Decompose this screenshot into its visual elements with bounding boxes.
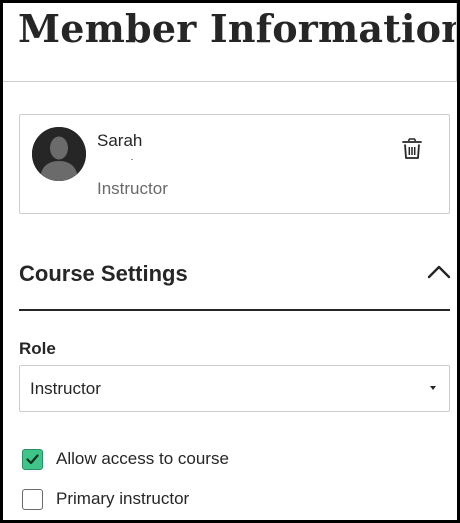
allow-access-option[interactable]: Allow access to course [22, 447, 229, 471]
page-title: Member Information [18, 6, 460, 51]
role-select[interactable]: Instructor [19, 365, 450, 412]
member-subtitle-placeholder [131, 159, 133, 160]
trash-icon [402, 137, 422, 165]
course-settings-title: Course Settings [19, 261, 188, 286]
allow-access-checkbox[interactable] [22, 448, 43, 470]
primary-instructor-option[interactable]: Primary instructor [22, 487, 189, 511]
allow-access-label: Allow access to course [56, 449, 229, 468]
role-select-value: Instructor [30, 379, 101, 398]
header-divider [3, 81, 457, 82]
chevron-up-icon [427, 265, 451, 284]
member-role: Instructor [97, 179, 168, 198]
delete-member-button[interactable] [400, 137, 424, 165]
member-name: Sarah [97, 131, 143, 150]
member-information-panel: Member Information Sarah Instructor Cour… [0, 0, 460, 523]
member-card: Sarah Instructor [19, 114, 450, 214]
primary-instructor-label: Primary instructor [56, 489, 190, 508]
caret-down-icon [430, 386, 436, 390]
section-divider [19, 309, 450, 311]
header-edge-divider [456, 3, 457, 81]
role-label: Role [19, 339, 56, 358]
checkmark-icon [26, 453, 39, 464]
user-silhouette-icon [32, 127, 86, 181]
collapse-course-settings-button[interactable] [426, 263, 452, 285]
primary-instructor-checkbox[interactable] [22, 488, 43, 510]
